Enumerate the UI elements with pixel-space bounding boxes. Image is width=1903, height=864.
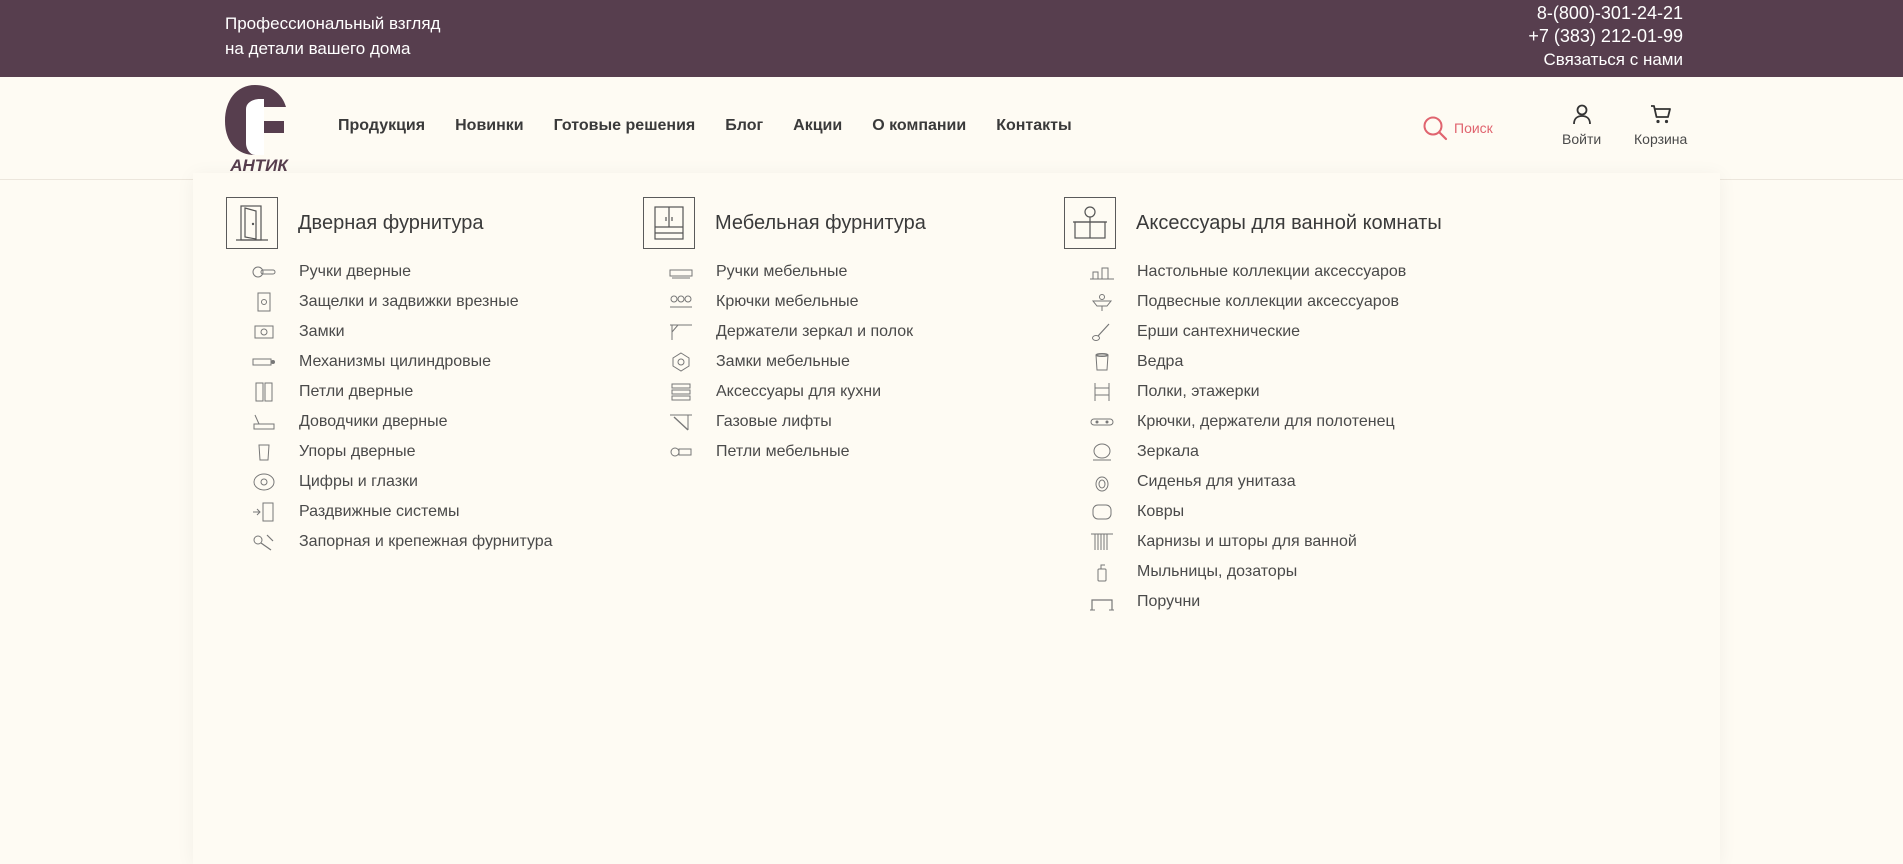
grab-bar-icon: [1089, 591, 1115, 613]
furniture-lock-icon: [668, 351, 694, 373]
soap-dispenser-icon: [1089, 561, 1115, 583]
shelf-holder-icon: [668, 321, 694, 343]
menu-item-sliding-systems[interactable]: Раздвижные системы: [251, 497, 553, 527]
menu-item-buckets[interactable]: Ведра: [1089, 347, 1406, 377]
menu-item-door-hinges[interactable]: Петли дверные: [251, 377, 553, 407]
user-icon: [1572, 104, 1591, 125]
category-title: Аксессуары для ванной комнаты: [1136, 211, 1442, 234]
phone-number-2[interactable]: +7 (383) 212-01-99: [1528, 25, 1683, 48]
menu-item-grab-bars[interactable]: Поручни: [1089, 587, 1406, 617]
search-input[interactable]: [1454, 120, 1524, 136]
nav-item-products[interactable]: Продукция: [338, 117, 425, 135]
logo-icon: АНТИК: [225, 85, 289, 173]
gas-lift-icon: [668, 411, 694, 433]
category-title: Мебельная фурнитура: [715, 211, 926, 234]
phone-number-1[interactable]: 8-(800)-301-24-21: [1528, 2, 1683, 25]
cart-label: Корзина: [1634, 131, 1688, 147]
curtain-icon: [1089, 531, 1115, 553]
logo-text: АНТИК: [229, 156, 289, 173]
main-nav: Продукция Новинки Готовые решения Блог А…: [338, 117, 1072, 135]
door-stop-icon: [251, 441, 277, 463]
products-mega-menu: Дверная фурнитура Ручки дверные Защелки …: [193, 173, 1720, 864]
towel-holder-icon: [1089, 411, 1115, 433]
menu-item-wall-collections[interactable]: Подвесные коллекции аксессуаров: [1089, 287, 1406, 317]
mirror-icon: [1089, 441, 1115, 463]
nav-item-promotions[interactable]: Акции: [793, 117, 842, 135]
menu-item-towel-holders[interactable]: Крючки, держатели для полотенец: [1089, 407, 1406, 437]
menu-items: Ручки мебельные Крючки мебельные Держате…: [668, 257, 913, 467]
menu-item-furniture-hinges[interactable]: Петли мебельные: [668, 437, 913, 467]
nav-item-ready-solutions[interactable]: Готовые решения: [554, 117, 696, 135]
menu-item-locks[interactable]: Замки: [251, 317, 553, 347]
menu-item-mirror-shelf-holders[interactable]: Держатели зеркал и полок: [668, 317, 913, 347]
menu-item-kitchen-accessories[interactable]: Аксессуары для кухни: [668, 377, 913, 407]
menu-item-furniture-handles[interactable]: Ручки мебельные: [668, 257, 913, 287]
menu-item-door-handles[interactable]: Ручки дверные: [251, 257, 553, 287]
nav-item-new[interactable]: Новинки: [455, 117, 524, 135]
menu-item-cylinders[interactable]: Механизмы цилиндровые: [251, 347, 553, 377]
cylinder-icon: [251, 351, 277, 373]
toilet-seat-icon: [1089, 471, 1115, 493]
cart-button[interactable]: Корзина: [1634, 103, 1687, 147]
menu-item-mirrors[interactable]: Зеркала: [1089, 437, 1406, 467]
door-handle-icon: [251, 261, 277, 283]
tabletop-set-icon: [1089, 261, 1115, 283]
door-closer-icon: [251, 411, 277, 433]
menu-item-latches[interactable]: Защелки и задвижки врезные: [251, 287, 553, 317]
menu-item-door-stops[interactable]: Упоры дверные: [251, 437, 553, 467]
bucket-icon: [1089, 351, 1115, 373]
fastener-icon: [251, 531, 277, 553]
nav-item-about[interactable]: О компании: [872, 117, 966, 135]
menu-items: Ручки дверные Защелки и задвижки врезные…: [251, 257, 553, 557]
login-label: Войти: [1562, 131, 1602, 147]
peephole-icon: [251, 471, 277, 493]
search-icon[interactable]: [1422, 115, 1448, 141]
category-door-hardware[interactable]: Дверная фурнитура: [226, 197, 484, 249]
bathroom-vanity-icon: [1064, 197, 1116, 249]
toilet-brush-icon: [1089, 321, 1115, 343]
menu-item-furniture-hooks[interactable]: Крючки мебельные: [668, 287, 913, 317]
cart-icon: [1650, 105, 1671, 124]
top-bar: Профессиональный взгляд на детали вашего…: [0, 0, 1903, 77]
category-furniture-hardware[interactable]: Мебельная фурнитура: [643, 197, 926, 249]
cabinet-icon: [643, 197, 695, 249]
tagline-line-1: Профессиональный взгляд: [225, 14, 441, 33]
menu-item-numbers-peepholes[interactable]: Цифры и глазки: [251, 467, 553, 497]
category-title: Дверная фурнитура: [298, 211, 484, 234]
menu-item-furniture-locks[interactable]: Замки мебельные: [668, 347, 913, 377]
menu-item-rugs[interactable]: Ковры: [1089, 497, 1406, 527]
hook-icon: [668, 291, 694, 313]
contact-us-link[interactable]: Связаться с нами: [1528, 48, 1683, 71]
hinge-icon: [251, 381, 277, 403]
lock-icon: [251, 321, 277, 343]
menu-items: Настольные коллекции аксессуаров Подвесн…: [1089, 257, 1406, 617]
menu-item-tabletop-collections[interactable]: Настольные коллекции аксессуаров: [1089, 257, 1406, 287]
rug-icon: [1089, 501, 1115, 523]
furniture-handle-icon: [668, 261, 694, 283]
tagline: Профессиональный взгляд на детали вашего…: [225, 11, 440, 61]
tagline-line-2: на детали вашего дома: [225, 39, 411, 58]
menu-item-fasteners[interactable]: Запорная и крепежная фурнитура: [251, 527, 553, 557]
latch-icon: [251, 291, 277, 313]
search: [1422, 115, 1524, 141]
menu-item-toilet-seats[interactable]: Сиденья для унитаза: [1089, 467, 1406, 497]
menu-item-toilet-brushes[interactable]: Ерши сантехнические: [1089, 317, 1406, 347]
menu-item-curtain-rods[interactable]: Карнизы и шторы для ванной: [1089, 527, 1406, 557]
door-icon: [226, 197, 278, 249]
nav-item-blog[interactable]: Блог: [725, 117, 763, 135]
menu-item-door-closers[interactable]: Доводчики дверные: [251, 407, 553, 437]
logo[interactable]: АНТИК: [224, 83, 294, 173]
sliding-door-icon: [251, 501, 277, 523]
menu-item-shelves[interactable]: Полки, этажерки: [1089, 377, 1406, 407]
kitchen-rail-icon: [668, 381, 694, 403]
menu-item-gas-lifts[interactable]: Газовые лифты: [668, 407, 913, 437]
category-bathroom-accessories[interactable]: Аксессуары для ванной комнаты: [1064, 197, 1442, 249]
nav-item-contacts[interactable]: Контакты: [996, 117, 1071, 135]
furniture-hinge-icon: [668, 441, 694, 463]
contacts: 8-(800)-301-24-21 +7 (383) 212-01-99 Свя…: [1528, 2, 1683, 71]
menu-item-soap-dispensers[interactable]: Мыльницы, дозаторы: [1089, 557, 1406, 587]
login-button[interactable]: Войти: [1562, 103, 1601, 147]
wall-set-icon: [1089, 291, 1115, 313]
shelf-icon: [1089, 381, 1115, 403]
